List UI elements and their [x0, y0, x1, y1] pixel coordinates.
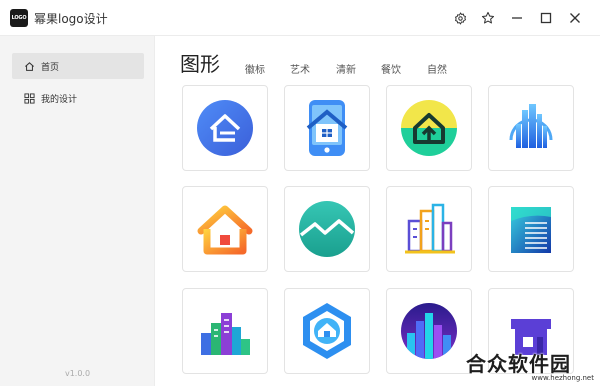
- grid-icon: [24, 92, 35, 104]
- template-card[interactable]: [182, 288, 268, 374]
- maximize-icon[interactable]: [537, 9, 555, 27]
- blue-tower-logo: [511, 207, 551, 253]
- template-card[interactable]: [182, 85, 268, 171]
- template-card[interactable]: [284, 288, 370, 374]
- blue-circle-house-logo: [197, 100, 253, 156]
- home-icon: [25, 61, 34, 71]
- close-icon[interactable]: [566, 9, 584, 27]
- night-city-circle-logo: [401, 303, 457, 359]
- watermark-text: 合众软件园: [466, 352, 571, 376]
- phone-house-logo: [306, 100, 348, 156]
- star-icon[interactable]: [479, 9, 497, 27]
- template-card[interactable]: [386, 288, 472, 374]
- settings-icon[interactable]: [451, 9, 469, 27]
- template-card[interactable]: [284, 85, 370, 171]
- app-title: 幂果logo设计: [34, 12, 108, 26]
- teal-roof-circle-logo: [299, 201, 355, 257]
- tab-art[interactable]: 艺术: [290, 61, 310, 76]
- watermark-url: www.hezhong.net: [531, 374, 594, 382]
- blue-skyscraper-logo: [509, 104, 553, 148]
- minimize-icon[interactable]: [508, 9, 526, 27]
- tab-graphics[interactable]: 图形: [180, 48, 220, 77]
- tab-food[interactable]: 餐饮: [381, 61, 401, 76]
- tab-fresh[interactable]: 清新: [336, 61, 356, 76]
- city-blocks-logo: [201, 313, 250, 355]
- app-logo: LOGO: [10, 9, 28, 27]
- sidebar-item-home[interactable]: 首页: [12, 53, 144, 79]
- tab-nature[interactable]: 自然: [427, 61, 447, 76]
- watermark: 合众软件园 www.hezhong.net: [466, 348, 594, 382]
- yellow-green-house-logo: [401, 100, 457, 156]
- sidebar-item-label: 首页: [41, 62, 60, 73]
- template-card[interactable]: [488, 186, 574, 272]
- template-card[interactable]: [488, 85, 574, 171]
- sidebar-item-label: 我的设计: [41, 94, 78, 105]
- template-card[interactable]: [386, 85, 472, 171]
- main-content: 图形 徽标 艺术 清新 餐饮 自然 合众软件园 www.hezhong.net: [155, 36, 600, 386]
- title-bar: LOGO 幂果logo设计: [0, 0, 600, 36]
- tab-emblem[interactable]: 徽标: [245, 61, 265, 76]
- template-card[interactable]: [182, 186, 268, 272]
- template-card[interactable]: [284, 186, 370, 272]
- hexagon-house-logo: [303, 303, 351, 359]
- colorful-buildings-logo: [405, 203, 455, 254]
- version-label: v1.0.0: [64, 369, 91, 378]
- sidebar: 首页 我的设计 v1.0.0: [0, 36, 155, 386]
- sidebar-item-my-designs[interactable]: 我的设计: [12, 85, 144, 111]
- template-card[interactable]: [386, 186, 472, 272]
- orange-house-logo: [197, 205, 253, 255]
